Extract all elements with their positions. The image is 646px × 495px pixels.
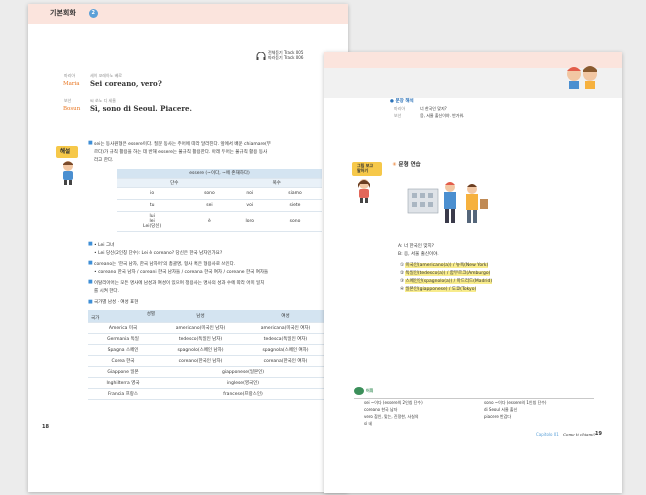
line-1-gloss: 세이 꼬레아노 베로 xyxy=(90,73,122,78)
option-3: ③ 스페인인(spagnolo(a)) / 마드리드(Madrid) xyxy=(400,279,493,284)
picture-talk-tag: 그림 보고 말하기 xyxy=(352,162,382,176)
vocab-item-piacere: piacere 반갑다 xyxy=(484,414,512,419)
vocab-item-coreano: coreano 한국 남자 xyxy=(364,407,398,412)
translation-line-1: 너 한국인 맞지? xyxy=(420,106,447,111)
vocab-item-sono: sono ~이다 (essere의 1인칭 단수) xyxy=(484,400,547,405)
left-header-band xyxy=(28,4,348,24)
practice-title: ✳ 문형 연습 xyxy=(392,162,421,168)
note-1: sei는 동사원형은 essere이다. 질문 동사는 주어에 따라 달라진다.… xyxy=(94,142,271,163)
girl-figure-icon xyxy=(358,179,370,203)
explanation-tag: 해설 xyxy=(56,146,78,158)
line-2-sentence: Sì, sono di Seoul. Piacere. xyxy=(90,104,192,113)
option-1: ① 미국인(americano(a)) / 뉴욕(New York) xyxy=(400,263,489,268)
right-page: ● 문장 해석 마리아 너 한국인 맞지? 보선 응, 서울 출신이야. 반가워… xyxy=(324,52,622,493)
qa-answer: B: 응, 서울 출신이야. xyxy=(398,252,439,257)
line-2-gloss: 씨 쏘노 디 세울 xyxy=(90,98,116,103)
vocab-label: 어휘 xyxy=(366,388,374,393)
option-2: ② 독일인(tedesco(a)) / 함부르크(Amburgo) xyxy=(400,271,491,276)
right-page-number: 19 xyxy=(595,431,602,437)
track-line-2: 따라듣기 Track 006 xyxy=(268,55,304,60)
section-number-badge: 2 xyxy=(89,9,98,18)
line-1-sentence: Sei coreano, vero? xyxy=(90,79,162,88)
note-5: 국가별 남성 · 여성 표현 xyxy=(94,300,139,305)
translation-label: ● 문장 해석 xyxy=(390,99,414,104)
section-title: 기본회화 xyxy=(50,9,76,17)
note-4: 이탈리아어는 모든 명사에 남성과 여성이 있으며 정용사는 명사의 성과 수에… xyxy=(94,281,265,294)
note-2: • Lei 그녀 • Lei 당신(2인칭 단수): Lei è coreano?… xyxy=(94,243,223,256)
vocab-divider xyxy=(354,398,594,399)
boy-figure-icon xyxy=(63,161,73,185)
option-4: ④ 일본인(giapponese) / 도쿄(Tokyo) xyxy=(400,287,477,292)
note-3: coreano는 '한국 남자, 한국 남자어'의 총괄명, 형사 혹은 형용사… xyxy=(94,262,269,275)
footer-title: Come ti chiami? xyxy=(563,432,596,437)
speaker-2-korean: 보선 xyxy=(64,98,72,103)
scene-illustration xyxy=(407,182,488,223)
vocab-leaf-icon xyxy=(354,387,364,395)
vocab-item-sei: sei ~이다 (essere의 2인칭 단수) xyxy=(364,400,423,405)
vocab-item-si: sì 네 xyxy=(364,421,373,426)
speaker-1-name: Maria xyxy=(63,81,80,87)
speaker-1-korean: 마리아 xyxy=(64,73,76,78)
footer-chapter: Capitolo 01 xyxy=(536,432,559,437)
characters-illustration-icon xyxy=(567,66,597,89)
translation-line-2: 응, 서울 출신이야. 반가워. xyxy=(420,113,465,118)
note-bullet-1: ■ xyxy=(88,140,93,146)
verb-conjugation-table: essere (~이다, ~에 존재하다) 단수 복수 io sono noi siam… xyxy=(117,169,322,232)
headphones-icon xyxy=(256,52,266,60)
left-page: 기본회화 2 전체듣기 Track 005 따라듣기 Track 006 마리아… xyxy=(28,4,348,492)
speaker-2-name: Bosun xyxy=(63,106,81,112)
vocab-item-di-seoul: di Seoul 서울 출신 xyxy=(484,407,518,412)
vocab-item-vero: vero 참인, 맞는, 진정한, 사실의 xyxy=(364,414,419,419)
nationality-table: 국가 성별 남성 여성 America 미국 americano(미국인 남자) am… xyxy=(88,310,328,400)
nation-table-corner: 국가 성별 xyxy=(88,310,158,323)
left-page-number: 18 xyxy=(42,424,49,430)
qa-question: A: 너 한국인 맞지? xyxy=(398,244,435,249)
